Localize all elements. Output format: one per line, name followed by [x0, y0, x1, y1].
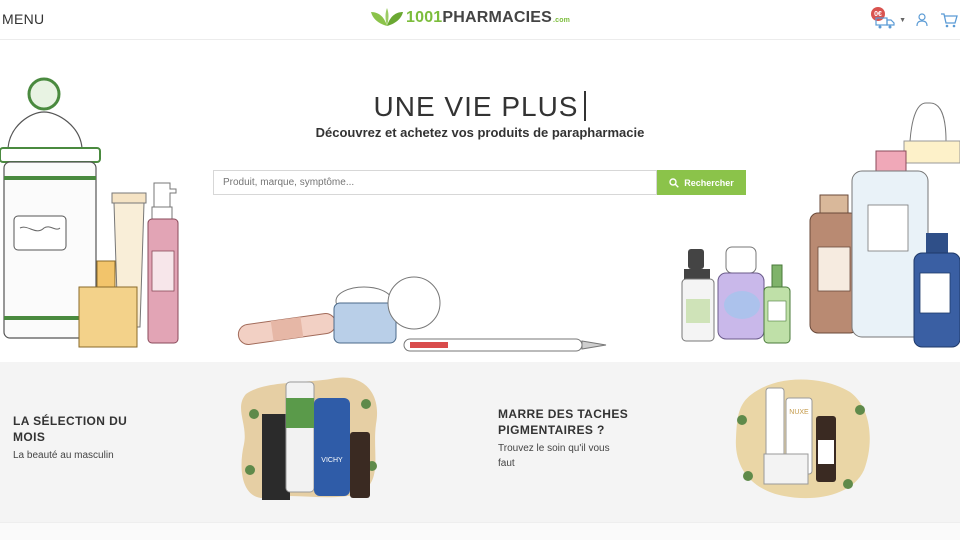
- selections-band: LA SÉLECTION DU MOIS La beauté au mascul…: [0, 362, 960, 522]
- pigment-products-image[interactable]: NUXE: [728, 370, 874, 502]
- typing-cursor: [584, 91, 587, 121]
- menu-button[interactable]: MENU: [2, 11, 44, 27]
- selection-month-title[interactable]: LA SÉLECTION DU MOIS: [13, 413, 127, 445]
- selection-spots-title[interactable]: MARRE DES TACHES PIGMENTAIRES ?: [498, 406, 628, 438]
- hero-title-text: UNE VIE PLUS: [373, 91, 579, 122]
- logo-wordmark: 1001PHARMACIES.com: [406, 9, 570, 27]
- mens-products-image[interactable]: VICHY: [236, 374, 386, 502]
- search-icon: [669, 177, 680, 188]
- perfume-bottle-illustration: [78, 260, 138, 348]
- selection-spots-title-line2: PIGMENTAIRES ?: [498, 423, 605, 437]
- logo-number: 1001: [406, 9, 443, 26]
- hero-title: UNE VIE PLUS: [0, 91, 960, 123]
- user-icon[interactable]: [916, 13, 928, 27]
- thermometer-illustration: [403, 338, 607, 352]
- selection-spots-description: Trouvez le soin qu'il vous faut: [498, 441, 610, 471]
- selection-month-title-line1: LA SÉLECTION DU: [13, 414, 128, 428]
- search-button[interactable]: Rechercher: [657, 170, 746, 195]
- cart-icon[interactable]: [940, 12, 958, 28]
- delivery-selector[interactable]: 0€: [869, 7, 903, 33]
- leaf-logo-icon: [371, 8, 403, 26]
- spray-bottle-illustration: [147, 182, 179, 344]
- selection-spots-description-line2: faut: [498, 458, 515, 469]
- bottom-strip: [0, 522, 960, 540]
- header-actions: 0€ ▼: [869, 4, 960, 36]
- bandage-illustration: [237, 313, 337, 345]
- delivery-truck-icon: [875, 17, 895, 29]
- site-logo[interactable]: 1001PHARMACIES.com: [370, 8, 570, 28]
- blue-bottle-illustration: [913, 233, 960, 348]
- hero-subtitle: Découvrez et achetez vos produits de par…: [315, 125, 645, 140]
- hero-section: UNE VIE PLUS Découvrez et achetez vos pr…: [0, 41, 960, 362]
- search-button-label: Rechercher: [684, 177, 734, 188]
- logo-suffix: .com: [552, 17, 571, 24]
- selection-month-description: La beauté au masculin: [13, 450, 114, 461]
- selection-month-title-line2: MOIS: [13, 430, 46, 444]
- product-brand-label-2: NUXE: [789, 409, 809, 416]
- product-brand-label: VICHY: [321, 457, 343, 464]
- selection-spots-title-line1: MARRE DES TACHES: [498, 407, 629, 421]
- top-header: MENU 1001PHARMACIES.com 0€ ▼: [0, 0, 960, 40]
- search-input[interactable]: [213, 170, 657, 195]
- logo-word: PHARMACIES: [442, 9, 552, 26]
- selection-spots-description-line1: Trouvez le soin qu'il vous: [498, 443, 610, 454]
- dropper-bottle-illustration: [681, 249, 715, 342]
- serum-bottle-illustration: [763, 264, 791, 344]
